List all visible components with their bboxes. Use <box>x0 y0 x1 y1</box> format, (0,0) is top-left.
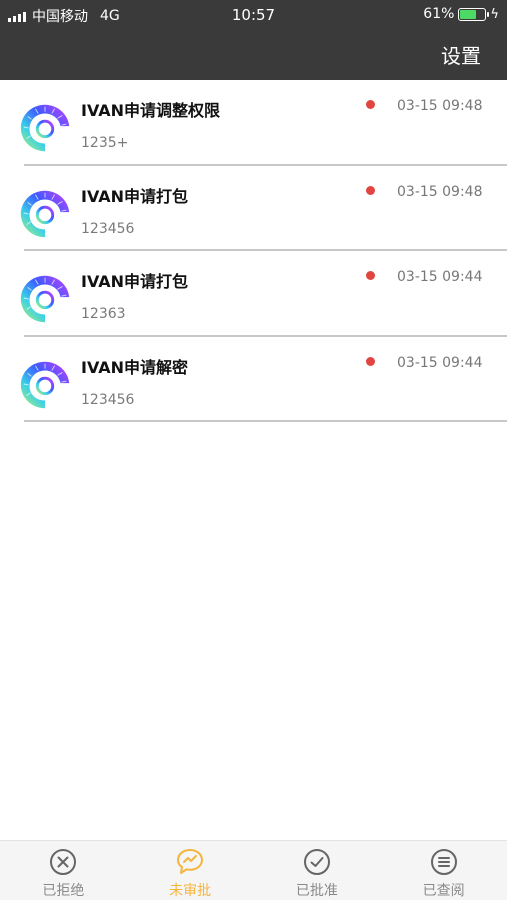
top-bar: 中国移动 4G 10:57 61% ϟ 设置 <box>0 0 507 80</box>
charging-icon: ϟ <box>490 6 499 22</box>
tab-label: 已批准 <box>295 883 338 899</box>
request-list: IVAN申请调整权限 1235+ 03-15 09:48 IVAN申请打包 12… <box>0 80 507 422</box>
tab-approved[interactable]: 已批准 <box>254 841 381 900</box>
check-circle-icon <box>303 849 330 875</box>
request-time: 03-15 09:44 <box>397 269 483 285</box>
tab-reviewed[interactable]: 已查阅 <box>380 841 507 900</box>
request-list-item[interactable]: IVAN申请解密 123456 03-15 09:44 <box>0 337 507 422</box>
list-circle-icon <box>430 849 457 875</box>
request-time: 03-15 09:48 <box>397 98 483 114</box>
request-title: IVAN申请打包 <box>81 272 189 291</box>
status-right: 61% ϟ <box>423 6 499 22</box>
divider <box>24 420 507 422</box>
chat-bubble-icon <box>177 849 204 874</box>
unread-dot-icon <box>366 271 375 280</box>
request-time: 03-15 09:44 <box>397 354 483 371</box>
battery-percent: 61% <box>423 6 455 22</box>
tab-pending[interactable]: 未审批 <box>127 841 254 900</box>
settings-button[interactable]: 设置 <box>441 40 481 69</box>
unread-dot-icon <box>366 100 375 109</box>
tab-label: 未审批 <box>169 883 212 899</box>
battery-icon <box>458 7 490 21</box>
status-bar: 中国移动 4G 10:57 61% ϟ <box>0 0 507 28</box>
unread-dot-icon <box>366 185 375 195</box>
app-logo-icon <box>20 190 70 237</box>
unread-dot-icon <box>366 356 375 366</box>
request-subtitle: 1235+ <box>81 135 129 151</box>
request-list-item[interactable]: IVAN申请打包 123456 03-15 09:48 <box>0 166 507 251</box>
request-title: IVAN申请调整权限 <box>81 101 221 120</box>
request-title: IVAN申请解密 <box>81 357 189 377</box>
request-list-item[interactable]: IVAN申请打包 12363 03-15 09:44 <box>0 251 507 337</box>
request-subtitle: 123456 <box>81 391 135 408</box>
request-subtitle: 12363 <box>81 306 126 322</box>
x-circle-icon <box>50 849 77 875</box>
request-time: 03-15 09:48 <box>397 183 483 200</box>
app-logo-icon <box>20 361 70 408</box>
request-subtitle: 123456 <box>81 220 135 237</box>
tab-label: 已拒绝 <box>42 883 85 899</box>
bottom-tab-bar: 已拒绝 未审批 已批准 已查阅 <box>0 840 507 900</box>
tab-label: 已查阅 <box>422 883 465 899</box>
app-logo-icon <box>20 275 70 323</box>
request-list-item[interactable]: IVAN申请调整权限 1235+ 03-15 09:48 <box>0 80 507 166</box>
tab-rejected[interactable]: 已拒绝 <box>0 841 127 900</box>
app-logo-icon <box>20 104 70 152</box>
request-title: IVAN申请打包 <box>81 186 189 206</box>
